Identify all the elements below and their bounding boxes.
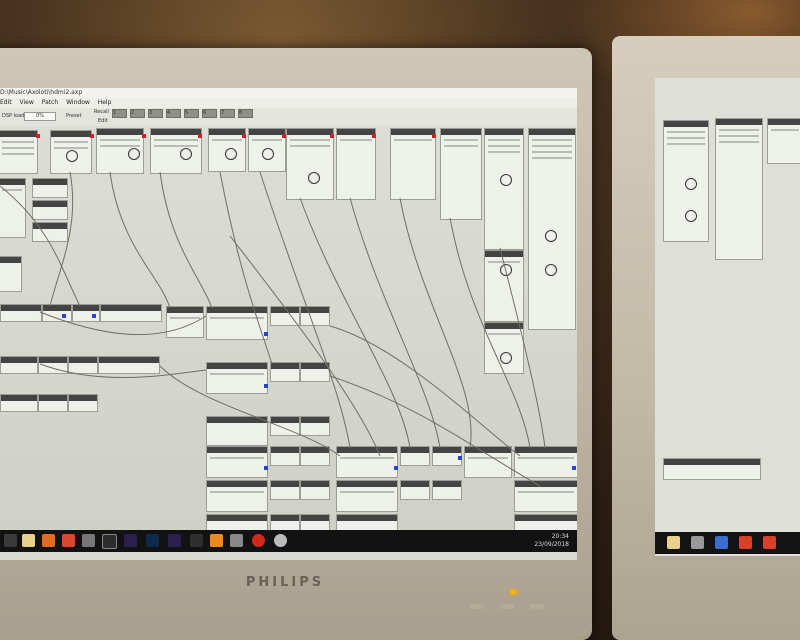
app-icon[interactable] — [691, 536, 704, 549]
clock-time: 20:34 — [551, 533, 569, 540]
clock: 20:34 23/09/2018 — [534, 533, 569, 549]
preset-3[interactable]: 3 — [148, 109, 163, 118]
preset-number: 3 — [149, 110, 153, 116]
start-icon[interactable] — [4, 534, 17, 547]
photoshop-icon[interactable] — [146, 534, 159, 547]
folder-icon[interactable] — [667, 536, 680, 549]
preset-7[interactable]: 7 — [220, 109, 235, 118]
preset-8[interactable]: 8 — [238, 109, 253, 118]
patch-object[interactable] — [663, 458, 761, 480]
taskbar: 20:34 23/09/2018 — [0, 530, 577, 552]
clock-date: 23/09/2018 — [534, 541, 569, 548]
second-monitor-screen — [655, 78, 800, 556]
monitor-button[interactable] — [530, 604, 544, 609]
monitor-brand-logo: PHILIPS — [245, 575, 325, 590]
app-icon[interactable] — [102, 534, 117, 549]
power-led — [510, 590, 517, 594]
window-title: D:\Music\Axoloti\hdmi2.axp — [0, 88, 577, 98]
preset-2[interactable]: 2 — [130, 109, 145, 118]
dsp-load-meter: 0% — [24, 112, 56, 121]
preset-label: Preset — [66, 113, 82, 119]
recall-label: Recall — [94, 109, 109, 115]
knob[interactable] — [685, 178, 697, 190]
preset-number: 4 — [167, 110, 171, 116]
menu-view[interactable]: View — [20, 99, 34, 106]
preset-number: 2 — [131, 110, 135, 116]
patch-object[interactable] — [767, 118, 800, 164]
menu-bar: Edit View Patch Window Help — [0, 98, 577, 108]
menu-edit[interactable]: Edit — [0, 99, 12, 106]
knob[interactable] — [685, 210, 697, 222]
preset-4[interactable]: 4 — [166, 109, 181, 118]
preset-number: 8 — [239, 110, 243, 116]
app-icon[interactable] — [42, 534, 55, 547]
app-icon[interactable] — [168, 534, 181, 547]
patch-object[interactable] — [715, 118, 763, 260]
vlc-icon[interactable] — [210, 534, 223, 547]
patch-wires — [0, 171, 546, 487]
app-icon[interactable] — [739, 536, 752, 549]
app-icon[interactable] — [190, 534, 203, 547]
folder-icon[interactable] — [22, 534, 35, 547]
app-icon[interactable] — [763, 536, 776, 549]
premiere-icon[interactable] — [124, 534, 137, 547]
toolbar: DSP load 0% Preset Recall Edit 1 2 3 4 5… — [0, 108, 577, 126]
menu-patch[interactable]: Patch — [42, 99, 58, 106]
preset-1[interactable]: 1 — [112, 109, 127, 118]
preset-5[interactable]: 5 — [184, 109, 199, 118]
dsp-load-label: DSP load — [2, 113, 25, 119]
preset-number: 7 — [221, 110, 225, 116]
preset-number: 1 — [113, 110, 117, 116]
menu-help[interactable]: Help — [98, 99, 112, 106]
app-icon[interactable] — [274, 534, 287, 547]
app-icon[interactable] — [62, 534, 75, 547]
second-taskbar — [655, 532, 800, 554]
monitor-button[interactable] — [470, 604, 484, 609]
edit-label: Edit — [98, 118, 108, 124]
opera-icon[interactable] — [252, 534, 265, 547]
app-icon[interactable] — [230, 534, 243, 547]
app-icon[interactable] — [715, 536, 728, 549]
preset-6[interactable]: 6 — [202, 109, 217, 118]
app-icon[interactable] — [82, 534, 95, 547]
monitor-button[interactable] — [500, 604, 514, 609]
patch-canvas[interactable] — [0, 126, 577, 532]
main-monitor-screen: D:\Music\Axoloti\hdmi2.axp Edit View Pat… — [0, 88, 577, 560]
preset-number: 5 — [185, 110, 189, 116]
menu-window[interactable]: Window — [66, 99, 90, 106]
preset-number: 6 — [203, 110, 207, 116]
